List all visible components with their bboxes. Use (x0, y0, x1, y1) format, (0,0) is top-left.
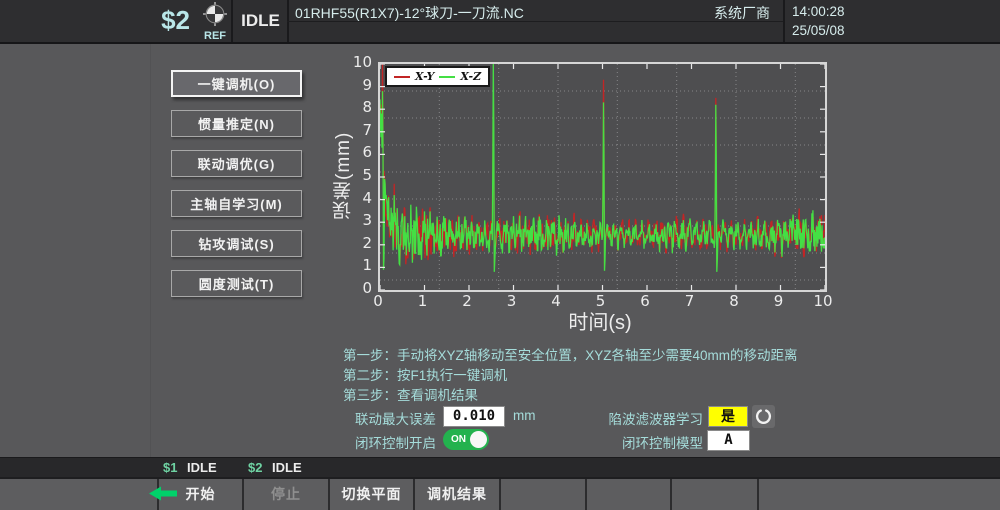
sidebar-button-drill-tap-debug[interactable]: 钻攻调试(S) (171, 230, 302, 257)
channel-status-bar: $1 IDLE $2 IDLE (0, 457, 1000, 477)
ref-indicator: REF (198, 2, 232, 42)
closed-loop-toggle[interactable]: ON (443, 429, 489, 450)
y-tick-label: 3 (344, 211, 372, 229)
legend-swatch-xz (439, 76, 455, 78)
x-tick-label: 6 (633, 292, 657, 310)
toggle-knob (470, 431, 487, 448)
channel-2-state: IDLE (272, 460, 302, 475)
channel-indicator: $2 (130, 5, 190, 36)
vendor-label: 系统厂商 (600, 3, 770, 23)
softkey-empty-1 (499, 479, 585, 510)
notch-filter-select[interactable]: 是 (708, 406, 748, 427)
y-tick-label: 5 (344, 166, 372, 184)
y-tick-label: 8 (344, 98, 372, 116)
x-tick-label: 4 (544, 292, 568, 310)
ref-crosshair-icon (203, 2, 227, 26)
plot-area: X-Y X-Z (378, 62, 827, 292)
refresh-button[interactable] (752, 405, 775, 428)
sidebar-button-inertia-estimation[interactable]: 惯量推定(N) (171, 110, 302, 137)
x-tick-label: 10 (811, 292, 835, 310)
y-tick-label: 0 (344, 279, 372, 297)
instruction-step-2: 第二步：按F1执行一键调机 (343, 366, 798, 386)
legend-label-xy: X-Y (415, 70, 434, 83)
softkey-back-slot[interactable] (0, 479, 157, 510)
softkey-empty-4 (757, 479, 1000, 510)
y-tick-label: 6 (344, 143, 372, 161)
channel-1-state: IDLE (187, 460, 217, 475)
y-tick-label: 9 (344, 76, 372, 94)
divider (783, 0, 785, 42)
x-tick-label: 2 (455, 292, 479, 310)
x-tick-label: 5 (589, 292, 613, 310)
softkey-tuning-result[interactable]: 调机结果 (413, 479, 499, 510)
machine-mode: IDLE (234, 0, 287, 42)
x-tick-label: 9 (767, 292, 791, 310)
divider (150, 44, 151, 457)
x-tick-label: 8 (722, 292, 746, 310)
divider (287, 21, 783, 22)
closed-loop-model-select[interactable]: A (707, 430, 750, 451)
y-tick-label: 10 (344, 53, 372, 71)
closed-loop-model-label: 闭环控制模型 (563, 432, 703, 452)
title-bar: $2 REF IDLE 01RHF55(R1X7)-12°球刀-一刀流.NC 系… (0, 0, 1000, 44)
instruction-step-3: 第三步：查看调机结果 (343, 386, 798, 406)
x-tick-label: 7 (678, 292, 702, 310)
clock-time: 14:00:28 (792, 4, 845, 19)
softkey-empty-3 (670, 479, 757, 510)
ref-label: REF (198, 31, 232, 42)
sidebar-button-linkage-tuning[interactable]: 联动调优(G) (171, 150, 302, 177)
chart-legend: X-Y X-Z (385, 66, 490, 87)
y-tick-label: 4 (344, 189, 372, 207)
instruction-step-1: 第一步：手动将XYZ轴移动至安全位置，XYZ各轴至少需要40mm的移动距离 (343, 346, 798, 366)
sidebar-button-spindle-self-learning[interactable]: 主轴自学习(M) (171, 190, 302, 217)
program-name: 01RHF55(R1X7)-12°球刀-一刀流.NC (295, 3, 524, 23)
y-tick-label: 2 (344, 234, 372, 252)
main-area: 一键调机(O) 惯量推定(N) 联动调优(G) 主轴自学习(M) 钻攻调试(S)… (0, 44, 1000, 457)
channel-2-id: $2 (248, 460, 262, 475)
legend-swatch-xy (394, 76, 410, 78)
notch-filter-label: 陷波滤波器学习 (563, 408, 703, 428)
closed-loop-enable-label: 闭环控制开启 (355, 432, 436, 452)
sidebar-button-roundness-test[interactable]: 圆度测试(T) (171, 270, 302, 297)
x-tick-label: 3 (500, 292, 524, 310)
softkey-switch-plane[interactable]: 切换平面 (328, 479, 413, 510)
channel-1-id: $1 (163, 460, 177, 475)
softkey-empty-2 (585, 479, 670, 510)
refresh-icon (752, 405, 775, 428)
max-error-input[interactable]: 0.010 (443, 406, 505, 427)
back-arrow-icon[interactable] (149, 486, 179, 501)
softkey-stop[interactable]: 停止 (242, 479, 328, 510)
instruction-steps: 第一步：手动将XYZ轴移动至安全位置，XYZ各轴至少需要40mm的移动距离 第二… (343, 346, 798, 406)
cnc-tuning-screen: $2 REF IDLE 01RHF55(R1X7)-12°球刀-一刀流.NC 系… (0, 0, 1000, 510)
legend-label-xz: X-Z (460, 70, 481, 83)
series-xz-line (380, 64, 825, 272)
y-tick-label: 7 (344, 121, 372, 139)
toggle-state-text: ON (451, 434, 466, 445)
max-error-label: 联动最大误差 (355, 408, 436, 428)
x-tick-label: 1 (411, 292, 435, 310)
y-tick-label: 1 (344, 256, 372, 274)
divider (231, 0, 233, 42)
clock-date: 25/05/08 (792, 23, 845, 38)
sidebar-button-one-key-tuning[interactable]: 一键调机(O) (171, 70, 302, 97)
x-axis-label: 时间(s) (535, 306, 665, 335)
max-error-unit: mm (513, 408, 536, 423)
plot-canvas (380, 64, 825, 290)
